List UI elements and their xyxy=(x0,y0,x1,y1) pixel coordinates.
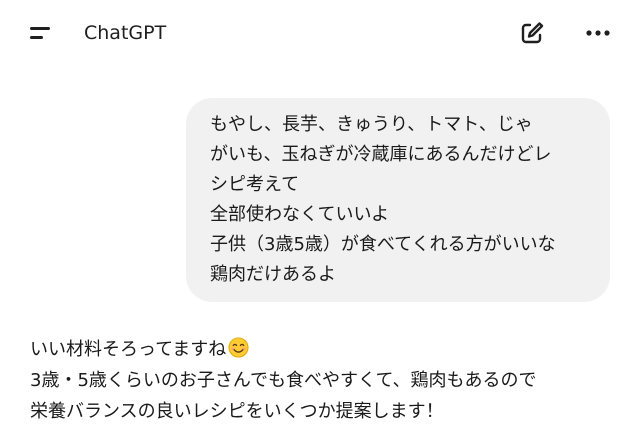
assistant-message-line: いい材料そろってますね xyxy=(30,334,620,365)
smiling-face-emoji-icon xyxy=(228,337,249,358)
app-title: ChatGPT xyxy=(84,22,167,44)
top-bar: ChatGPT xyxy=(0,0,640,64)
more-horizontal-icon xyxy=(586,30,610,36)
user-message-line: もやし、長芋、きゅうり、トマト、じゃ xyxy=(210,114,533,135)
user-message-line: がいも、玉ねぎが冷蔵庫にあるんだけどレ xyxy=(210,144,552,165)
user-message-line: 全部使わなくていいよ xyxy=(210,204,390,225)
more-options-button[interactable] xyxy=(583,19,613,47)
user-message-line: シピ考えて xyxy=(210,174,300,195)
menu-button[interactable] xyxy=(26,20,58,46)
new-chat-button[interactable] xyxy=(518,19,546,47)
user-message-line: 子供（3歳5歳）が食べてくれる方がいいな xyxy=(210,234,556,255)
user-message-bubble: もやし、長芋、きゅうり、トマト、じゃ がいも、玉ねぎが冷蔵庫にあるんだけどレ シ… xyxy=(186,98,610,302)
assistant-message-line: 3歳・5歳くらいのお子さんでも食べやすくて、鶏肉もあるので xyxy=(30,370,537,391)
assistant-message-text: いい材料そろってますね xyxy=(30,339,227,360)
edit-icon xyxy=(521,22,544,44)
user-message-line: 鶏肉だけあるよ xyxy=(210,264,336,285)
assistant-message: いい材料そろってますね 3歳・5歳くらいのお子さんでも食べやすくて、鶏肉もあるの… xyxy=(30,334,620,427)
assistant-message-line: 栄養バランスの良いレシピをいくつか提案します！ xyxy=(30,401,444,422)
